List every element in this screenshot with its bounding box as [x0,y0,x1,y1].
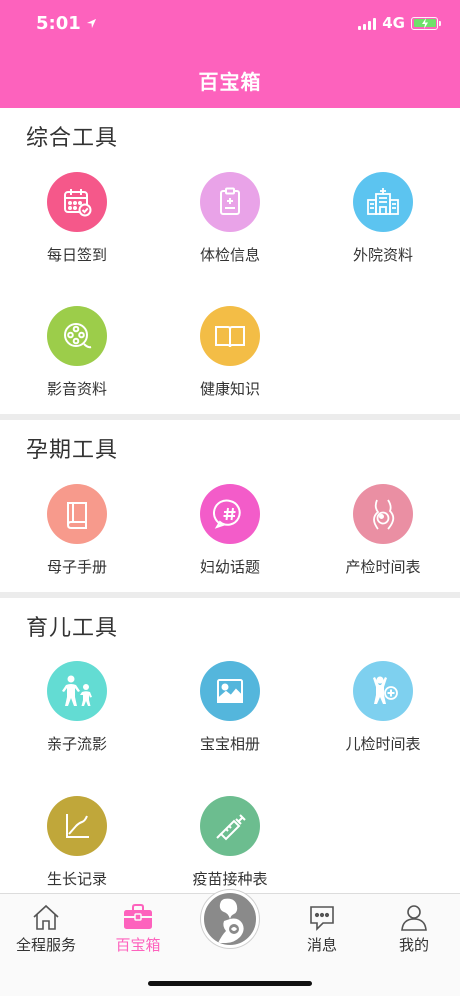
tab-full-service[interactable]: 全程服务 [0,902,92,955]
tab-label: 消息 [306,936,337,954]
growth-chart-icon [47,796,107,856]
tool-media-library[interactable]: 影音资料 [7,306,147,399]
tab-profile[interactable]: 我的 [368,902,460,955]
tool-growth-record[interactable]: 生长记录 [7,796,147,889]
tool-label: 产检时间表 [345,558,421,576]
calendar-check-icon [47,172,107,232]
tool-parent-child-moments[interactable]: 亲子流影 [7,661,147,754]
tab-center-home[interactable] [201,890,259,948]
syringe-icon [200,796,260,856]
mother-baby-icon [218,898,244,943]
tool-mother-child-handbook[interactable]: 母子手册 [7,484,147,577]
tab-label: 全程服务 [15,936,76,954]
tool-daily-checkin[interactable]: 每日签到 [7,172,147,265]
location-arrow-icon [86,18,96,29]
hashtag-bubble-icon [200,484,260,544]
tool-vaccination-schedule[interactable]: 疫苗接种表 [160,796,300,889]
tab-messages[interactable]: 消息 [276,902,368,955]
home-indicator [148,981,312,986]
photo-album-icon [200,661,260,721]
status-indicators: 4G [358,14,441,32]
pregnant-belly-icon [353,484,413,544]
tool-label: 生长记录 [46,870,107,888]
app-header: 5:01 4G 百宝箱 [0,0,460,108]
tool-label: 妇幼话题 [199,558,260,576]
tab-toolbox[interactable]: 百宝箱 [92,902,184,955]
house-icon [33,904,59,930]
tool-external-records[interactable]: 外院资料 [313,172,453,265]
tool-child-checkup-schedule[interactable]: 儿检时间表 [313,661,453,754]
section-title: 综合工具 [26,126,119,151]
tool-label: 影音资料 [46,380,107,398]
book-open-icon [200,306,260,366]
section-title: 孕期工具 [26,438,119,463]
status-time: 5:01 [36,13,97,34]
tool-label: 体检信息 [199,246,260,264]
page-title: 百宝箱 [198,70,262,94]
clipboard-medical-icon [200,172,260,232]
tool-prenatal-schedule[interactable]: 产检时间表 [313,484,453,577]
hospital-icon [353,172,413,232]
tool-checkup-info[interactable]: 体检信息 [160,172,300,265]
tool-label: 宝宝相册 [199,735,260,753]
film-reel-icon [47,306,107,366]
tab-label: 我的 [398,936,429,954]
signal-icon [358,17,377,30]
parent-child-icon [47,661,107,721]
tool-label: 每日签到 [46,246,107,264]
section-parenting-tools: 育儿工具 亲子流影 宝宝相册 儿检时间表 生长记录 疫苗接种表 [0,598,460,893]
person-icon [401,905,427,931]
tab-label: 百宝箱 [115,936,161,954]
tool-baby-album[interactable]: 宝宝相册 [160,661,300,754]
tool-label: 母子手册 [46,558,107,576]
section-general-tools: 综合工具 每日签到 体检信息 外院资料 影音资料 健康知识 [0,108,460,414]
tool-maternal-topics[interactable]: 妇幼话题 [160,484,300,577]
section-pregnancy-tools: 孕期工具 母子手册 妇幼话题 产检时间表 [0,420,460,592]
toolbox-icon [124,904,152,929]
tool-label: 外院资料 [352,246,413,264]
tool-label: 健康知识 [199,380,260,398]
child-checkup-icon [353,661,413,721]
handbook-icon [47,484,107,544]
battery-icon [411,16,441,30]
network-type: 4G [382,14,405,32]
chat-bubble-icon [310,906,334,931]
section-title: 育儿工具 [26,616,119,641]
tool-health-knowledge[interactable]: 健康知识 [160,306,300,399]
tool-label: 亲子流影 [46,735,107,753]
tool-label: 疫苗接种表 [192,870,268,888]
tool-label: 儿检时间表 [345,735,421,753]
